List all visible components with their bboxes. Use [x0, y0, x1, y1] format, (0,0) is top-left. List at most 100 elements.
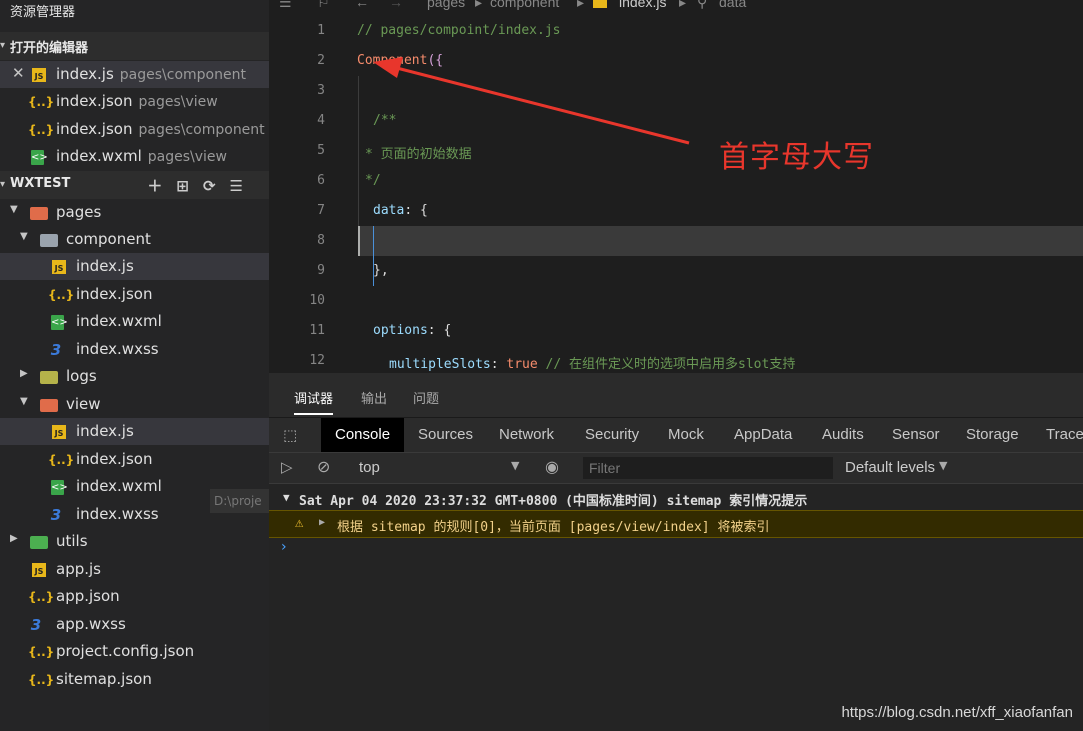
explorer-sidebar: 资源管理器 ▾ 打开的编辑器 ✕ JS index.js pages\compon…: [0, 0, 269, 731]
new-folder-icon[interactable]: ⊞: [176, 177, 203, 195]
wxss-file-icon: 3: [50, 341, 62, 359]
inspect-element-icon[interactable]: ⬚: [283, 426, 297, 444]
context-select[interactable]: top: [359, 459, 380, 476]
folder-name: view: [66, 395, 101, 413]
eye-icon[interactable]: ◉: [545, 457, 559, 476]
open-editor-item[interactable]: ✕ JS index.js pages\component: [0, 61, 269, 88]
tree-folder-logs[interactable]: ▶ logs: [0, 363, 269, 390]
collapse-all-icon[interactable]: ☰: [230, 177, 257, 195]
folder-icon: [30, 536, 48, 549]
file-name: index.json: [76, 450, 153, 468]
open-editor-item[interactable]: {..} index.json pages\view: [0, 88, 269, 115]
file-name: index.wxml: [56, 147, 142, 165]
tab-appdata[interactable]: AppData: [734, 426, 792, 443]
file-name: index.wxml: [76, 312, 162, 330]
tree-folder-view[interactable]: ▼ view: [0, 391, 269, 418]
file-path: pages\view: [138, 94, 218, 110]
tree-folder-component[interactable]: ▼ component: [0, 226, 269, 253]
tab-output[interactable]: 输出: [361, 388, 387, 407]
tab-console[interactable]: Console: [321, 418, 405, 452]
open-editors-label: 打开的编辑器: [10, 41, 89, 56]
tab-sources[interactable]: Sources: [418, 426, 473, 443]
chevron-right-icon: ▶: [10, 533, 18, 544]
tree-file[interactable]: 3 index.wxss: [0, 336, 269, 363]
console-warning[interactable]: ⚠ ▶ 根据 sitemap 的规则[0]，当前页面 [pages/view/i…: [269, 510, 1083, 538]
json-file-icon: {..}: [28, 590, 55, 604]
chevron-down-icon: ▾: [0, 40, 6, 51]
tab-problems[interactable]: 问题: [413, 388, 439, 407]
levels-select[interactable]: Default levels: [845, 459, 935, 476]
folder-icon: [40, 371, 58, 384]
json-file-icon: {..}: [28, 123, 55, 137]
chevron-down-icon: ▼: [20, 231, 28, 242]
tree-file[interactable]: {..} index.json: [0, 281, 269, 308]
wxss-file-icon: 3: [50, 506, 62, 524]
tab-trace[interactable]: Trace: [1046, 426, 1083, 443]
tree-folder-utils[interactable]: ▶ utils: [0, 528, 269, 555]
clear-console-icon[interactable]: ⊘: [317, 457, 330, 476]
tree-file[interactable]: JS app.js: [0, 556, 269, 583]
tree-file[interactable]: JS index.js: [0, 418, 269, 445]
js-file-icon: JS: [32, 563, 46, 577]
file-name: index.js: [56, 65, 114, 83]
file-path: pages\view: [147, 149, 227, 165]
file-name: app.json: [56, 587, 120, 605]
open-editors-header[interactable]: ▾ 打开的编辑器: [0, 32, 269, 60]
tree-file[interactable]: {..} project.config.json: [0, 638, 269, 665]
js-file-icon: JS: [52, 260, 66, 274]
js-file-icon: JS: [32, 68, 46, 82]
filter-input[interactable]: Filter: [583, 457, 833, 479]
file-name: index.wxss: [76, 340, 159, 358]
refresh-icon[interactable]: ⟳: [203, 177, 230, 195]
tab-security[interactable]: Security: [585, 426, 639, 443]
new-file-icon[interactable]: ＋: [147, 177, 176, 195]
devtools-panel: 调试器 输出 问题 ⬚ Console Sources Network Secu…: [269, 373, 1083, 731]
folder-open-icon: [40, 399, 58, 412]
tab-mock[interactable]: Mock: [668, 426, 704, 443]
chevron-right-icon: ▶: [319, 517, 326, 528]
console-prompt-icon[interactable]: ›: [281, 539, 287, 555]
chevron-down-icon: ▼: [20, 396, 28, 407]
tab-audits[interactable]: Audits: [822, 426, 864, 443]
tree-file[interactable]: {..} index.json: [0, 446, 269, 473]
project-actions: ＋⊞⟳☰: [147, 175, 257, 196]
folder-open-icon: [30, 207, 48, 220]
file-name: project.config.json: [56, 642, 195, 660]
wxml-file-icon: <>: [51, 480, 68, 495]
devtools-panel-tabs: ⬚ Console Sources Network Security Mock …: [269, 418, 1083, 453]
chevron-down-icon: ▼: [511, 459, 520, 472]
project-header[interactable]: ▾ WXTEST ＋⊞⟳☰: [0, 171, 269, 199]
chevron-right-icon: ▶: [20, 368, 28, 379]
open-editor-item[interactable]: {..} index.json pages\component: [0, 116, 269, 143]
file-name: index.wxss: [76, 505, 159, 523]
file-name: index.json: [56, 120, 133, 138]
json-file-icon: {..}: [28, 95, 55, 109]
folder-name: component: [66, 230, 151, 248]
tab-network[interactable]: Network: [499, 426, 554, 443]
explorer-title: 资源管理器: [10, 5, 76, 20]
code-editor[interactable]: ☰ ⚐ ← → pages ▸ component ▸ index.js ▸ ⚲…: [269, 0, 1083, 373]
tab-sensor[interactable]: Sensor: [892, 426, 940, 443]
file-name: index.wxml: [76, 477, 162, 495]
close-icon[interactable]: ✕: [12, 64, 25, 82]
annotation-text: 首字母大写: [719, 140, 874, 175]
tree-file[interactable]: JS index.js: [0, 253, 269, 280]
folder-name: logs: [66, 367, 97, 385]
annotation-arrow: [373, 57, 690, 145]
console-message: Sat Apr 04 2020 23:37:32 GMT+0800 (中国标准时…: [299, 494, 808, 509]
file-path: pages\component: [138, 122, 265, 138]
tab-debugger[interactable]: 调试器: [294, 388, 334, 415]
open-editor-item[interactable]: <> index.wxml pages\view: [0, 143, 269, 170]
tree-file[interactable]: 3 app.wxss: [0, 611, 269, 638]
js-file-icon: JS: [52, 425, 66, 439]
console-toolbar: ▷ ⊘ top ▼ ◉ Filter Default levels ▼: [269, 453, 1083, 484]
tree-file[interactable]: <> index.wxml: [0, 308, 269, 335]
file-name: index.json: [76, 285, 153, 303]
console-group-header[interactable]: ▼ Sat Apr 04 2020 23:37:32 GMT+0800 (中国标…: [269, 487, 1083, 509]
tree-file[interactable]: {..} app.json: [0, 583, 269, 610]
tree-file[interactable]: {..} sitemap.json: [0, 666, 269, 693]
tree-folder-pages[interactable]: ▼ pages: [0, 199, 269, 226]
sidebar-toggle-icon[interactable]: ▷: [281, 458, 293, 476]
file-name: sitemap.json: [56, 670, 152, 688]
tab-storage[interactable]: Storage: [966, 426, 1019, 443]
